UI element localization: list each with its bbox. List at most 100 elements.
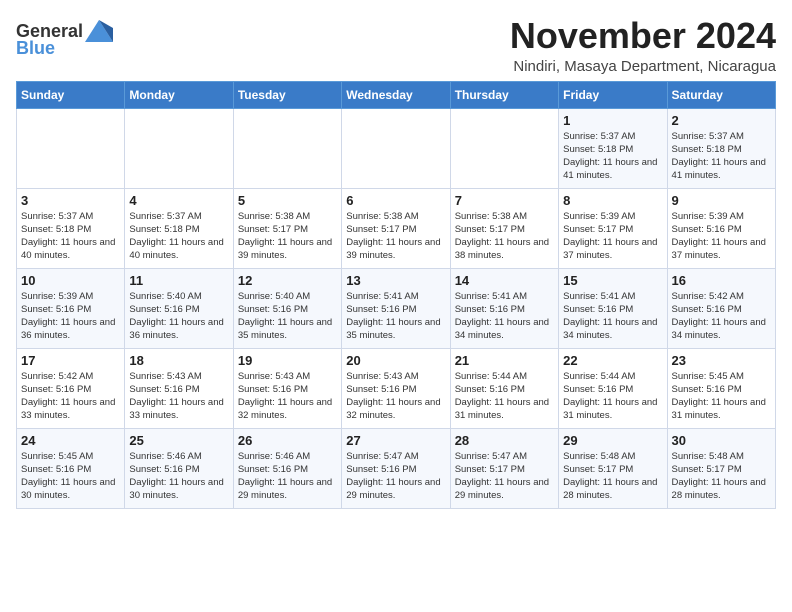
calendar-cell: 6Sunrise: 5:38 AM Sunset: 5:17 PM Daylig… <box>342 188 450 268</box>
day-number: 9 <box>672 193 771 208</box>
logo-icon <box>85 20 113 42</box>
calendar-week-row: 24 Sunrise: 5:45 AM Sunset: 5:16 PM Dayli… <box>17 428 776 508</box>
day-number: 12 <box>238 273 337 288</box>
calendar-cell: 23 Sunrise: 5:45 AM Sunset: 5:16 PM Dayli… <box>667 348 775 428</box>
calendar-cell: 29 Sunrise: 5:48 AM Sunset: 5:17 PM Dayli… <box>559 428 667 508</box>
day-number: 19 <box>238 353 337 368</box>
calendar-cell: 9 Sunrise: 5:39 AM Sunset: 5:16 PM Daylig… <box>667 188 775 268</box>
day-number: 4 <box>129 193 228 208</box>
day-number: 1 <box>563 113 662 128</box>
day-number: 16 <box>672 273 771 288</box>
day-info: Sunrise: 5:43 AM Sunset: 5:16 PM Dayligh… <box>238 370 337 423</box>
day-info: Sunrise: 5:45 AM Sunset: 5:16 PM Dayligh… <box>672 370 771 423</box>
weekday-header-tuesday: Tuesday <box>233 81 341 108</box>
day-info: Sunrise: 5:41 AM Sunset: 5:16 PM Dayligh… <box>563 290 662 343</box>
day-number: 15 <box>563 273 662 288</box>
calendar-cell <box>233 108 341 188</box>
day-info: Sunrise: 5:48 AM Sunset: 5:17 PM Dayligh… <box>672 450 771 503</box>
day-number: 6 <box>346 193 445 208</box>
day-info: Sunrise: 5:38 AM Sunset: 5:17 PM Dayligh… <box>238 210 337 263</box>
day-info: Sunrise: 5:47 AM Sunset: 5:16 PM Dayligh… <box>346 450 445 503</box>
calendar-cell: 28Sunrise: 5:47 AM Sunset: 5:17 PM Dayli… <box>450 428 558 508</box>
day-number: 28 <box>455 433 554 448</box>
day-info: Sunrise: 5:39 AM Sunset: 5:16 PM Dayligh… <box>672 210 771 263</box>
day-number: 11 <box>129 273 228 288</box>
day-info: Sunrise: 5:40 AM Sunset: 5:16 PM Dayligh… <box>238 290 337 343</box>
calendar-cell: 30 Sunrise: 5:48 AM Sunset: 5:17 PM Dayli… <box>667 428 775 508</box>
day-number: 21 <box>455 353 554 368</box>
calendar-cell: 19 Sunrise: 5:43 AM Sunset: 5:16 PM Dayli… <box>233 348 341 428</box>
day-number: 18 <box>129 353 228 368</box>
calendar-cell: 17Sunrise: 5:42 AM Sunset: 5:16 PM Dayli… <box>17 348 125 428</box>
month-title: November 2024 <box>510 16 776 56</box>
day-number: 22 <box>563 353 662 368</box>
day-number: 5 <box>238 193 337 208</box>
calendar-cell <box>450 108 558 188</box>
day-info: Sunrise: 5:43 AM Sunset: 5:16 PM Dayligh… <box>346 370 445 423</box>
calendar-cell: 21 Sunrise: 5:44 AM Sunset: 5:16 PM Dayli… <box>450 348 558 428</box>
calendar-cell: 26 Sunrise: 5:46 AM Sunset: 5:16 PM Dayli… <box>233 428 341 508</box>
calendar-cell: 12 Sunrise: 5:40 AM Sunset: 5:16 PM Dayli… <box>233 268 341 348</box>
day-info: Sunrise: 5:46 AM Sunset: 5:16 PM Dayligh… <box>129 450 228 503</box>
day-info: Sunrise: 5:48 AM Sunset: 5:17 PM Dayligh… <box>563 450 662 503</box>
day-info: Sunrise: 5:42 AM Sunset: 5:16 PM Dayligh… <box>672 290 771 343</box>
day-number: 14 <box>455 273 554 288</box>
day-info: Sunrise: 5:37 AM Sunset: 5:18 PM Dayligh… <box>21 210 120 263</box>
weekday-header-friday: Friday <box>559 81 667 108</box>
day-number: 17 <box>21 353 120 368</box>
calendar-cell: 14 Sunrise: 5:41 AM Sunset: 5:16 PM Dayli… <box>450 268 558 348</box>
day-number: 10 <box>21 273 120 288</box>
day-info: Sunrise: 5:43 AM Sunset: 5:16 PM Dayligh… <box>129 370 228 423</box>
weekday-header-monday: Monday <box>125 81 233 108</box>
day-number: 26 <box>238 433 337 448</box>
day-info: Sunrise: 5:37 AM Sunset: 5:18 PM Dayligh… <box>672 130 771 183</box>
calendar-cell: 27 Sunrise: 5:47 AM Sunset: 5:16 PM Dayli… <box>342 428 450 508</box>
calendar-cell <box>17 108 125 188</box>
day-info: Sunrise: 5:46 AM Sunset: 5:16 PM Dayligh… <box>238 450 337 503</box>
calendar-week-row: 10 Sunrise: 5:39 AM Sunset: 5:16 PM Dayli… <box>17 268 776 348</box>
day-number: 30 <box>672 433 771 448</box>
calendar-cell: 20 Sunrise: 5:43 AM Sunset: 5:16 PM Dayli… <box>342 348 450 428</box>
weekday-header-wednesday: Wednesday <box>342 81 450 108</box>
logo-blue: Blue <box>16 38 55 59</box>
calendar-cell: 13 Sunrise: 5:41 AM Sunset: 5:16 PM Dayli… <box>342 268 450 348</box>
location-title: Nindiri, Masaya Department, Nicaragua <box>510 58 776 75</box>
calendar-cell: 25 Sunrise: 5:46 AM Sunset: 5:16 PM Dayli… <box>125 428 233 508</box>
title-area: November 2024 Nindiri, Masaya Department… <box>510 16 776 75</box>
day-number: 29 <box>563 433 662 448</box>
calendar-cell: 3Sunrise: 5:37 AM Sunset: 5:18 PM Daylig… <box>17 188 125 268</box>
calendar-cell: 18 Sunrise: 5:43 AM Sunset: 5:16 PM Dayli… <box>125 348 233 428</box>
day-info: Sunrise: 5:44 AM Sunset: 5:16 PM Dayligh… <box>455 370 554 423</box>
day-number: 8 <box>563 193 662 208</box>
day-info: Sunrise: 5:39 AM Sunset: 5:17 PM Dayligh… <box>563 210 662 263</box>
calendar-cell: 5 Sunrise: 5:38 AM Sunset: 5:17 PM Daylig… <box>233 188 341 268</box>
calendar-week-row: 1 Sunrise: 5:37 AM Sunset: 5:18 PM Daylig… <box>17 108 776 188</box>
calendar-cell: 10 Sunrise: 5:39 AM Sunset: 5:16 PM Dayli… <box>17 268 125 348</box>
day-info: Sunrise: 5:37 AM Sunset: 5:18 PM Dayligh… <box>129 210 228 263</box>
day-number: 25 <box>129 433 228 448</box>
day-number: 24 <box>21 433 120 448</box>
calendar-cell: 16 Sunrise: 5:42 AM Sunset: 5:16 PM Dayli… <box>667 268 775 348</box>
logo: General Blue <box>16 20 113 59</box>
calendar-cell: 15 Sunrise: 5:41 AM Sunset: 5:16 PM Dayli… <box>559 268 667 348</box>
calendar-cell: 11Sunrise: 5:40 AM Sunset: 5:16 PM Dayli… <box>125 268 233 348</box>
day-info: Sunrise: 5:41 AM Sunset: 5:16 PM Dayligh… <box>346 290 445 343</box>
calendar-week-row: 3Sunrise: 5:37 AM Sunset: 5:18 PM Daylig… <box>17 188 776 268</box>
calendar-week-row: 17Sunrise: 5:42 AM Sunset: 5:16 PM Dayli… <box>17 348 776 428</box>
calendar-cell: 1 Sunrise: 5:37 AM Sunset: 5:18 PM Daylig… <box>559 108 667 188</box>
weekday-header-sunday: Sunday <box>17 81 125 108</box>
calendar-cell: 2Sunrise: 5:37 AM Sunset: 5:18 PM Daylig… <box>667 108 775 188</box>
day-number: 13 <box>346 273 445 288</box>
day-info: Sunrise: 5:39 AM Sunset: 5:16 PM Dayligh… <box>21 290 120 343</box>
day-number: 23 <box>672 353 771 368</box>
day-number: 20 <box>346 353 445 368</box>
day-info: Sunrise: 5:44 AM Sunset: 5:16 PM Dayligh… <box>563 370 662 423</box>
calendar-cell: 24 Sunrise: 5:45 AM Sunset: 5:16 PM Dayli… <box>17 428 125 508</box>
calendar-table: SundayMondayTuesdayWednesdayThursdayFrid… <box>16 81 776 509</box>
calendar-cell <box>125 108 233 188</box>
day-info: Sunrise: 5:37 AM Sunset: 5:18 PM Dayligh… <box>563 130 662 183</box>
weekday-header-row: SundayMondayTuesdayWednesdayThursdayFrid… <box>17 81 776 108</box>
day-info: Sunrise: 5:45 AM Sunset: 5:16 PM Dayligh… <box>21 450 120 503</box>
day-info: Sunrise: 5:41 AM Sunset: 5:16 PM Dayligh… <box>455 290 554 343</box>
day-number: 27 <box>346 433 445 448</box>
